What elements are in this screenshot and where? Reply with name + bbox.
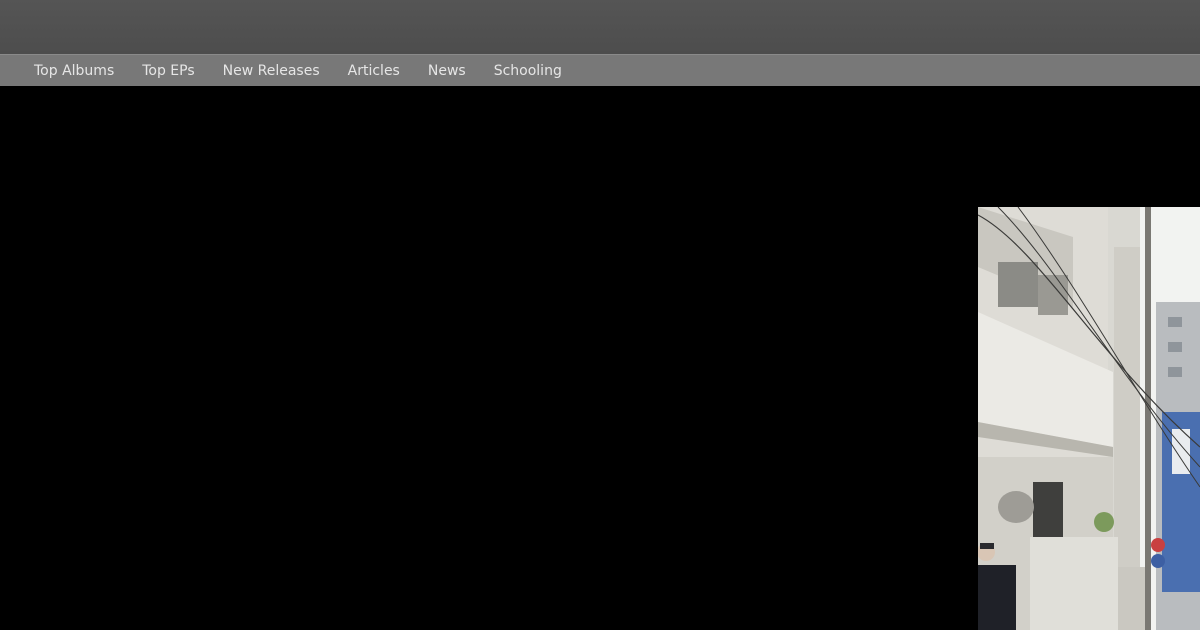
- nav-item-new-releases[interactable]: New Releases: [209, 56, 334, 86]
- main-nav: Top Albums Top EPs New Releases Articles…: [0, 54, 1200, 86]
- nav-item-articles[interactable]: Articles: [334, 56, 414, 86]
- nav-item-top-albums[interactable]: Top Albums: [20, 56, 128, 86]
- street-photo: [978, 207, 1200, 630]
- nav-item-top-eps[interactable]: Top EPs: [128, 56, 208, 86]
- site-header: [0, 0, 1200, 54]
- nav-item-news[interactable]: News: [414, 56, 480, 86]
- nav-item-schooling[interactable]: Schooling: [480, 56, 576, 86]
